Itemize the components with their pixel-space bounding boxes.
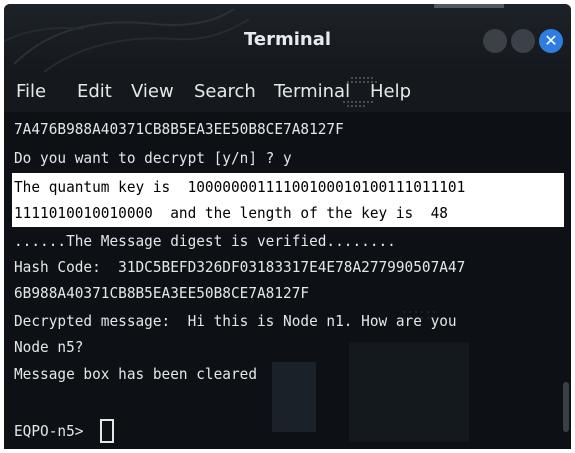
terminal-window: Terminal ✕ File Edit View Search Termina… xyxy=(4,4,571,449)
close-icon[interactable]: ✕ xyxy=(539,29,563,53)
menu-item-help[interactable]: Help xyxy=(370,81,411,102)
terminal-line-selected: 1111010010010000 and the length of the k… xyxy=(14,204,448,222)
title-bar[interactable]: Terminal ✕ xyxy=(4,4,571,72)
terminal-line: 7A476B988A40371CB8B5EA3EE50B8CE7A8127F xyxy=(14,120,344,138)
menu-item-view[interactable]: View xyxy=(131,81,174,102)
menu-item-search[interactable]: Search xyxy=(194,81,256,102)
menu-bar: File Edit View Search Terminal Help xyxy=(4,72,571,112)
terminal-line: Decrypted message: Hi this is Node n1. H… xyxy=(14,312,457,330)
scrollbar[interactable] xyxy=(560,112,571,449)
terminal-line: Do you want to decrypt [y/n] ? y xyxy=(14,149,292,167)
shell-prompt: EQPO-n5> xyxy=(14,422,93,440)
minimize-icon[interactable] xyxy=(483,29,507,53)
terminal-line: Node n5? xyxy=(14,338,84,356)
maximize-icon[interactable] xyxy=(511,29,535,53)
scrollbar-thumb[interactable] xyxy=(563,382,569,432)
text-cursor[interactable] xyxy=(100,419,114,443)
menu-item-file[interactable]: File xyxy=(16,81,46,102)
terminal-line-selected: The quantum key is 100000001111001000101… xyxy=(14,178,466,196)
menu-item-edit[interactable]: Edit xyxy=(77,81,112,102)
menu-item-terminal[interactable]: Terminal xyxy=(274,81,350,102)
terminal-line: Hash Code: 31DC5BEFD326DF03183317E4E78A2… xyxy=(14,258,466,276)
terminal-line: Message box has been cleared xyxy=(14,365,258,383)
terminal-line: 6B988A40371CB8B5EA3EE50B8CE7A8127F xyxy=(14,284,310,302)
terminal-line: ......The Message digest is verified....… xyxy=(14,232,396,250)
terminal-output[interactable]: 7A476B988A40371CB8B5EA3EE50B8CE7A8127F D… xyxy=(4,112,571,449)
